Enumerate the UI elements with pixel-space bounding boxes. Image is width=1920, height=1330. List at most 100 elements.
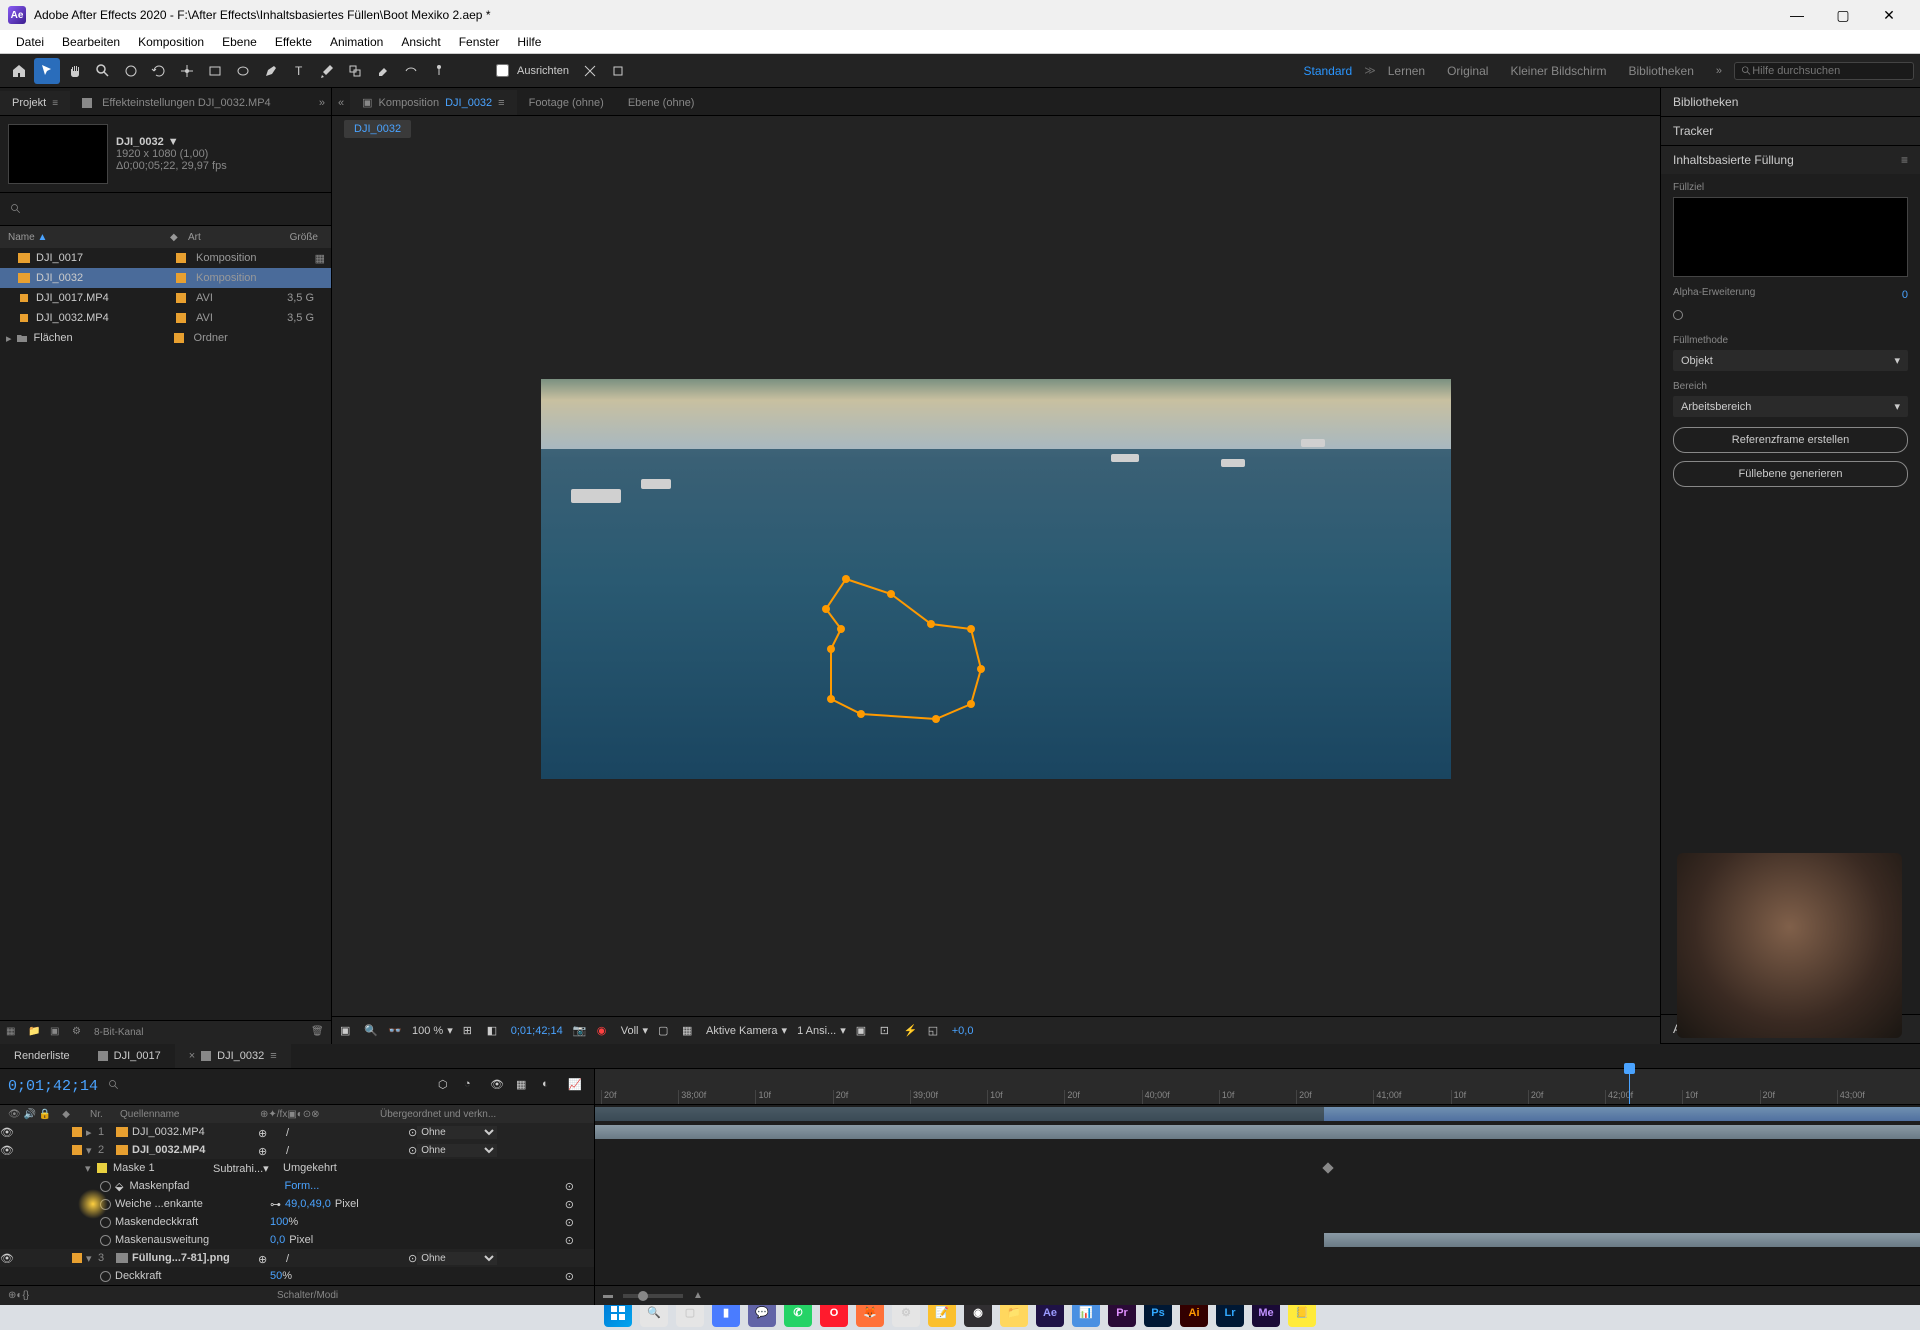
hand-tool[interactable] [62, 58, 88, 84]
timecode[interactable]: 0;01;42;14 [8, 1078, 98, 1095]
project-item[interactable]: ▸ Flächen Ordner [0, 328, 331, 348]
expand-icon[interactable]: ▾ [86, 1252, 98, 1265]
menu-ansicht[interactable]: Ansicht [393, 33, 448, 51]
close-button[interactable]: ✕ [1866, 0, 1912, 30]
project-item[interactable]: DJI_0032.MP4 AVI 3,5 G [0, 308, 331, 328]
expand-icon[interactable]: ▾ [86, 1144, 98, 1157]
puppet-tool[interactable] [426, 58, 452, 84]
exposure[interactable]: +0,0 [952, 1025, 974, 1037]
generate-fill-button[interactable]: Füllebene generieren [1673, 461, 1908, 487]
layer-row[interactable]: 👁 ▾ 3 Füllung...7-81].png ⊕/ ⊙ Ohne [0, 1249, 594, 1267]
keyframe-icon[interactable]: ⬙ [115, 1180, 123, 1193]
roi-icon[interactable]: ▢ [658, 1024, 672, 1038]
zoom-tool[interactable] [90, 58, 116, 84]
workspace-standard[interactable]: Standard [1294, 60, 1363, 82]
timeline-tab[interactable]: DJI_0017 [84, 1044, 175, 1068]
fast-icon[interactable]: ⚡ [904, 1024, 918, 1038]
current-time[interactable]: 0;01;42;14 [511, 1025, 563, 1037]
help-search-input[interactable] [1752, 65, 1907, 77]
eraser-tool[interactable] [370, 58, 396, 84]
property-value[interactable]: 100 [270, 1216, 288, 1228]
close-tab-icon[interactable]: × [189, 1050, 195, 1062]
snap-option-tool[interactable] [605, 58, 631, 84]
clone-tool[interactable] [342, 58, 368, 84]
menu-effekte[interactable]: Effekte [267, 33, 320, 51]
selection-tool[interactable] [34, 58, 60, 84]
magnify-icon[interactable]: 🔍 [364, 1024, 378, 1038]
snap-tool[interactable] [577, 58, 603, 84]
visibility-toggle[interactable]: 👁 [0, 1144, 14, 1157]
footage-tab[interactable]: Footage (ohne) [517, 91, 616, 115]
zoom-in-icon[interactable]: ▲ [693, 1290, 703, 1301]
alpha-radio[interactable] [1673, 310, 1683, 320]
views-dropdown[interactable]: 1 Ansi...▾ [797, 1024, 846, 1037]
expression-pickwhip-icon[interactable]: ⊙ [565, 1198, 574, 1211]
mask-toggle-icon[interactable]: ◧ [487, 1024, 501, 1038]
property-row[interactable]: Maskendeckkraft 100% ⊙ [0, 1213, 594, 1231]
composition-tab[interactable]: ▣ Komposition DJI_0032 ≡ [350, 90, 516, 115]
roto-tool[interactable] [398, 58, 424, 84]
workspace-lernen[interactable]: Lernen [1378, 60, 1435, 82]
project-search[interactable] [6, 199, 325, 219]
panel-menu-icon[interactable]: ≡ [270, 1050, 276, 1062]
mask-invert-label[interactable]: Umgekehrt [283, 1162, 353, 1174]
mask-mode-dropdown[interactable]: Subtrahi...▾ [213, 1162, 283, 1175]
stopwatch-icon[interactable] [100, 1217, 111, 1228]
property-value[interactable]: 50 [270, 1270, 282, 1282]
timeline-ruler[interactable]: 20f38;00f 10f20f 39;00f10f 20f40;00f 10f… [595, 1069, 1920, 1105]
panel-nav-icon[interactable]: « [332, 91, 350, 115]
workspace-kleiner[interactable]: Kleiner Bildschirm [1500, 60, 1616, 82]
panel-menu-icon[interactable]: ≡ [1901, 153, 1908, 167]
layer-row[interactable]: 👁 ▾ 2 DJI_0032.MP4 ⊕/ ⊙ Ohne [0, 1141, 594, 1159]
renderlist-tab[interactable]: Renderliste [0, 1044, 84, 1068]
settings-icon[interactable]: ⚙ [72, 1026, 86, 1040]
pickwhip-icon[interactable]: ⊙ [408, 1144, 417, 1157]
property-value[interactable]: Form... [284, 1180, 319, 1192]
menu-hilfe[interactable]: Hilfe [509, 33, 549, 51]
workspace-bibliotheken[interactable]: Bibliotheken [1618, 60, 1703, 82]
expand-icon[interactable]: ▾ [85, 1162, 97, 1175]
pixel-icon[interactable]: ⊡ [880, 1024, 894, 1038]
minimize-button[interactable]: — [1774, 0, 1820, 30]
graph-icon[interactable]: 📈 [568, 1078, 586, 1096]
zoom-dropdown[interactable]: 100 %▾ [412, 1024, 453, 1037]
chevron-down-icon[interactable]: ▼ [168, 136, 179, 148]
bibliotheken-panel[interactable]: Bibliotheken [1661, 88, 1920, 116]
flowchart-chip[interactable]: DJI_0032 [344, 120, 411, 138]
menu-komposition[interactable]: Komposition [130, 33, 212, 51]
parent-dropdown[interactable]: Ohne [417, 1252, 497, 1265]
zoom-slider[interactable] [623, 1294, 683, 1298]
brackets-icon[interactable]: {} [22, 1290, 29, 1301]
rotation-tool[interactable] [146, 58, 172, 84]
shy-icon[interactable]: 👁 [490, 1078, 508, 1096]
property-row[interactable]: Maskenausweitung 0,0 Pixel ⊙ [0, 1231, 594, 1249]
timeline-icon[interactable]: ◱ [928, 1024, 942, 1038]
stopwatch-icon[interactable] [100, 1181, 111, 1192]
pickwhip-icon[interactable]: ⊙ [408, 1252, 417, 1265]
snapshot-icon[interactable]: 📷 [573, 1024, 587, 1038]
property-value[interactable]: 49,0,49,0 [285, 1198, 331, 1210]
brush-tool[interactable] [314, 58, 340, 84]
toggle-switches-icon[interactable]: ⊕ [8, 1290, 16, 1301]
resolution-dropdown[interactable]: Voll▾ [621, 1024, 648, 1037]
expression-pickwhip-icon[interactable]: ⊙ [565, 1234, 574, 1247]
project-thumbnail[interactable] [8, 124, 108, 184]
workspace-overflow-icon[interactable]: » [1706, 65, 1732, 77]
sort-icon[interactable]: ▲ [37, 232, 47, 243]
mask-path-overlay[interactable] [811, 569, 1011, 752]
menu-fenster[interactable]: Fenster [451, 33, 508, 51]
property-value[interactable]: 0,0 [270, 1234, 285, 1246]
channel-icon[interactable]: ◉ [597, 1024, 611, 1038]
menu-animation[interactable]: Animation [322, 33, 391, 51]
panel-menu-icon[interactable]: ≡ [52, 98, 58, 109]
orbit-tool[interactable] [118, 58, 144, 84]
effects-tab[interactable]: Effekteinstellungen DJI_0032.MP4 [70, 91, 313, 115]
motion-blur-icon[interactable]: ◐ [542, 1078, 560, 1096]
new-comp-icon[interactable]: ▣ [50, 1026, 64, 1040]
view-icon[interactable]: ▣ [856, 1024, 870, 1038]
transparency-icon[interactable]: ▦ [682, 1024, 696, 1038]
mask-row[interactable]: ▾ Maske 1 Subtrahi...▾ Umgekehrt [0, 1159, 594, 1177]
timeline-tab[interactable]: × DJI_0032 ≡ [175, 1044, 291, 1068]
composition-viewer[interactable] [332, 142, 1660, 1016]
switches-label[interactable]: Schalter/Modi [277, 1290, 338, 1301]
